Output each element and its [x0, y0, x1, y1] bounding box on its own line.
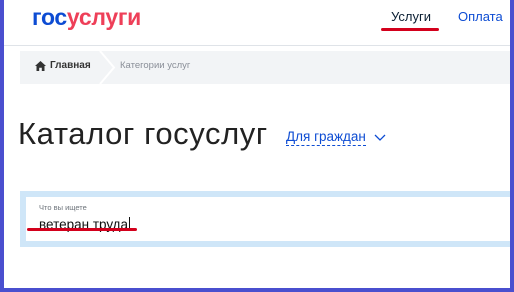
- services-annotation-underline: [381, 28, 439, 31]
- search-input-label: Что вы ищете: [39, 203, 87, 212]
- nav-services-link[interactable]: Услуги: [391, 9, 431, 24]
- site-header: госуслуги Услуги Оплата: [0, 0, 514, 44]
- breadcrumb-separator: [98, 50, 116, 85]
- breadcrumb-home[interactable]: Главная: [35, 60, 91, 71]
- page-title: Каталог госуслуг: [18, 116, 268, 151]
- home-icon: [35, 60, 46, 71]
- breadcrumb: Главная Категории услуг: [20, 50, 514, 85]
- breadcrumb-home-label: Главная: [50, 60, 91, 71]
- logo-part-uslugi: услуги: [66, 4, 141, 30]
- audience-selector-label: Для граждан: [286, 129, 366, 146]
- header-divider: [4, 45, 510, 46]
- gosuslugi-logo[interactable]: госуслуги: [32, 4, 141, 31]
- logo-part-gos: гос: [32, 4, 67, 30]
- audience-selector[interactable]: Для граждан: [286, 129, 386, 146]
- nav-payment-link[interactable]: Оплата: [458, 9, 503, 24]
- search-panel: Что вы ищете ветеран труда: [20, 191, 514, 247]
- breadcrumb-current: Категории услуг: [120, 60, 191, 71]
- search-annotation-underline: [27, 228, 137, 231]
- search-input[interactable]: Что вы ищете ветеран труда: [26, 197, 514, 241]
- chevron-down-icon: [374, 130, 386, 145]
